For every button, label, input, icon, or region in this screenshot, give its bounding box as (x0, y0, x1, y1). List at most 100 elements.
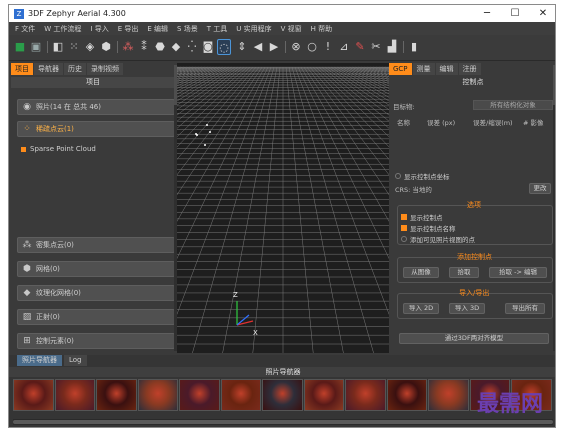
chart-icon[interactable]: ▟ (385, 39, 399, 55)
import-3d-button[interactable]: 导入 3D (449, 303, 485, 314)
pin-icon[interactable]: ! (321, 39, 335, 55)
sparse-point (209, 131, 211, 133)
pick-edit-button[interactable]: 拾取 -> 编辑 (489, 267, 547, 278)
menu-import[interactable]: I 导入 (90, 24, 108, 34)
add-visible-checkbox[interactable]: 添加可见照片视图的点 (401, 234, 475, 244)
target-select[interactable]: 所有结构化对象 (473, 100, 553, 110)
mesh-button[interactable]: ⬢ 网格(0) (17, 261, 175, 277)
show-points-checkbox[interactable]: 显示控制点 (401, 212, 443, 222)
import-2d-button[interactable]: 导入 2D (403, 303, 439, 314)
watermark-text: 最需网 (477, 391, 544, 417)
thumbnail-scrollbar[interactable] (13, 419, 553, 425)
tab-register[interactable]: 注册 (458, 63, 481, 75)
menu-workflow[interactable]: W 工作流程 (44, 24, 81, 34)
tab-navigator[interactable]: 导航器 (34, 63, 63, 75)
grid-line (177, 66, 260, 176)
menu-scene[interactable]: S 场景 (177, 24, 198, 34)
photo-thumbnail[interactable] (220, 379, 262, 411)
tab-gcp[interactable]: GCP (389, 63, 412, 75)
right-panel-scrollbar[interactable] (553, 65, 555, 351)
sparse-cloud-icon: ⁘ (23, 124, 31, 134)
tab-measure[interactable]: 测量 (412, 63, 435, 75)
save-icon[interactable]: ▣ (29, 39, 43, 55)
control-elements-button[interactable]: ⊞ 控制元素(0) (17, 333, 175, 349)
maximize-button[interactable]: ☐ (501, 5, 529, 22)
tab-edit[interactable]: 编辑 (435, 63, 458, 75)
control-points-header: 控制点 (462, 78, 484, 86)
tab-record-video[interactable]: 录制视频 (87, 63, 123, 75)
measure-icon[interactable]: ⊿ (337, 39, 351, 55)
cube-icon[interactable]: ⬢ (99, 39, 113, 55)
dense-cloud-icon[interactable]: ⁂ (121, 39, 135, 55)
dense-cloud-button[interactable]: ⁂ 密集点云(0) (17, 237, 175, 253)
radio-indicator (395, 173, 401, 179)
menu-edit[interactable]: E 编辑 (147, 24, 168, 34)
grid-line (222, 66, 278, 353)
menu-export[interactable]: E 导出 (118, 24, 139, 34)
photo-icon[interactable]: ◙ (201, 39, 215, 55)
cut-icon[interactable]: ✂ (369, 39, 383, 55)
thumbnail-strip (13, 379, 553, 415)
orbit-icon[interactable]: ◌ (217, 39, 231, 55)
pick-button[interactable]: 拾取 (449, 267, 479, 278)
lasso-icon[interactable]: ○ (305, 39, 319, 55)
redo-icon[interactable]: ▶ (267, 39, 281, 55)
pan-icon[interactable]: ⇕ (235, 39, 249, 55)
new-project-icon[interactable]: ■ (13, 39, 27, 55)
photo-thumbnail[interactable] (137, 379, 179, 411)
tab-project[interactable]: 项目 (11, 63, 33, 75)
photo-thumbnail[interactable] (96, 379, 137, 411)
align-model-button[interactable]: 通过3DF两对齐模型 (399, 333, 549, 344)
scrollbar-thumb[interactable] (553, 65, 555, 105)
photo-thumbnail[interactable] (303, 379, 345, 411)
photo-thumbnail[interactable] (54, 379, 96, 411)
undo-icon[interactable]: ◀ (251, 39, 265, 55)
more-tools-icon[interactable]: ▮ (407, 39, 421, 55)
scrollbar-thumb[interactable] (13, 420, 553, 424)
photo-thumbnail[interactable] (345, 379, 386, 411)
show-names-checkbox[interactable]: 显示控制点名称 (401, 223, 456, 233)
sparse-point-cloud-item[interactable]: Sparse Point Cloud (21, 145, 96, 153)
close-button[interactable]: ✕ (529, 5, 555, 22)
checkbox-indicator (401, 236, 407, 242)
tab-log[interactable]: Log (64, 355, 87, 366)
sparse-cloud-button[interactable]: ⁘ 稀疏点云(1) (17, 121, 175, 137)
menu-view[interactable]: V 视窗 (281, 24, 302, 34)
crs-change-button[interactable]: 更改 (529, 183, 551, 194)
3d-viewport[interactable]: Z X (177, 63, 389, 353)
col-name: 名称 (397, 119, 410, 127)
main-toolbar: ■ ▣ ◧ ⁙ ◈ ⬢ ⁂ ⁑ ⬣ ◆ ⁛ ◙ ◌ ⇕ ◀ ▶ ⊗ ○ ! ⊿ … (9, 35, 555, 61)
photos-button[interactable]: ◉ 照片(14 在 总共 46) (17, 99, 175, 115)
photo-thumbnail[interactable] (262, 379, 303, 411)
texture-icon[interactable]: ◆ (169, 39, 183, 55)
project-tabs: 项目 导航器 历史 录制视频 (11, 63, 175, 75)
tab-history[interactable]: 历史 (64, 63, 86, 75)
export-all-button[interactable]: 导出所有 (505, 303, 545, 314)
from-image-button[interactable]: 从图像 (403, 267, 439, 278)
photo-thumbnail[interactable] (386, 379, 428, 411)
menu-help[interactable]: H 帮助 (311, 24, 333, 34)
points-icon[interactable]: ⁙ (67, 39, 81, 55)
grid-line (354, 66, 389, 83)
select-region-icon[interactable]: ⊗ (289, 39, 303, 55)
mesh-icon[interactable]: ◈ (83, 39, 97, 55)
photo-thumbnail[interactable] (428, 379, 469, 411)
photo-thumbnail[interactable] (179, 379, 220, 411)
minimize-button[interactable]: ─ (473, 5, 501, 22)
show-gcp-coords-toggle[interactable]: 显示控制点坐标 (395, 171, 450, 181)
menu-bar: F 文件 W 工作流程 I 导入 E 导出 E 编辑 S 场景 T 工具 U 实… (9, 22, 555, 35)
scatter-icon[interactable]: ⁑ (137, 39, 151, 55)
ortho-button[interactable]: ▨ 正射(0) (17, 309, 175, 325)
brush-icon[interactable]: ✎ (353, 39, 367, 55)
menu-tools[interactable]: T 工具 (207, 24, 228, 34)
camera-icon[interactable]: ◧ (51, 39, 65, 55)
mesh-solid-icon[interactable]: ⬣ (153, 39, 167, 55)
tab-photo-navigator[interactable]: 照片导航器 (17, 355, 62, 366)
textured-mesh-button[interactable]: ◆ 纹理化网格(0) (17, 285, 175, 301)
photo-thumbnail[interactable] (13, 379, 54, 411)
grid-line (177, 66, 218, 87)
menu-file[interactable]: F 文件 (15, 24, 35, 34)
point-scatter-icon[interactable]: ⁛ (185, 39, 199, 55)
menu-utilities[interactable]: U 实用程序 (236, 24, 271, 34)
photo-navigator-header: 照片导航器 (9, 367, 555, 377)
